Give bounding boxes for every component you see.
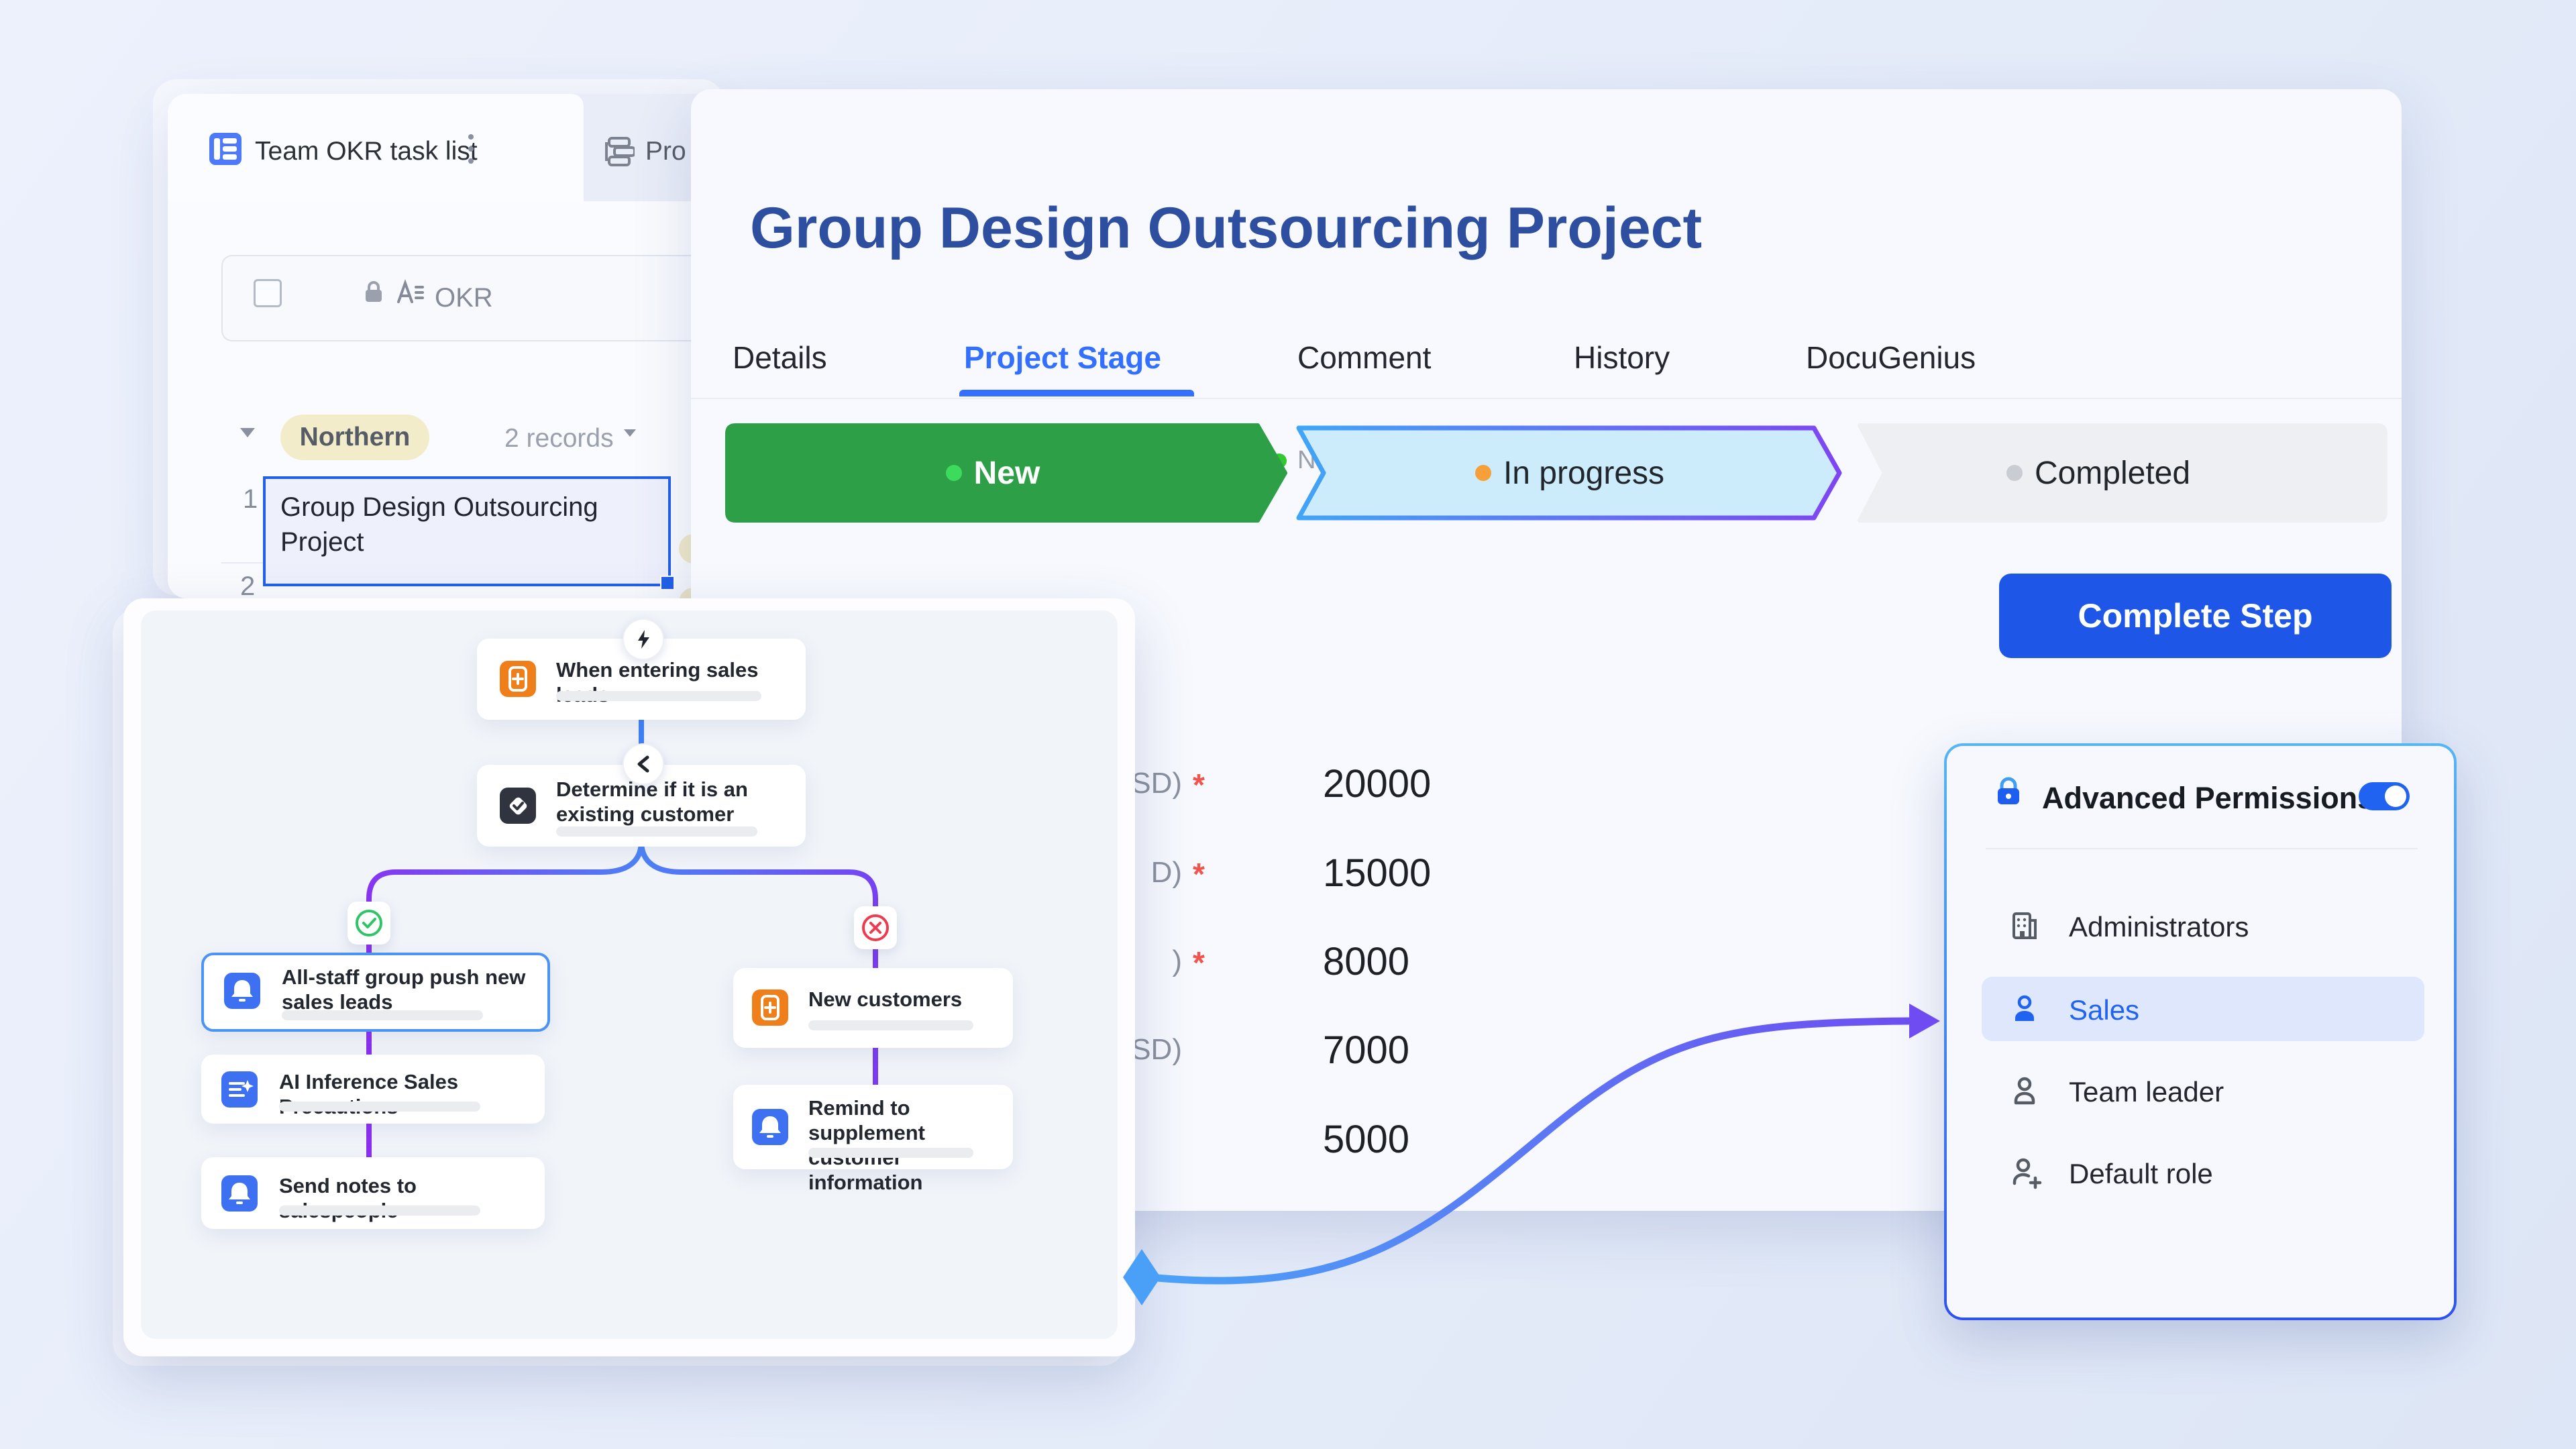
node-placeholder	[556, 826, 757, 837]
group-northern-count[interactable]: 2 records	[504, 424, 614, 453]
tab-history[interactable]: History	[1574, 339, 1670, 376]
node-placeholder	[556, 691, 761, 701]
required-asterisk: *	[1193, 767, 1205, 803]
building-icon	[2008, 910, 2041, 942]
tab-details[interactable]: Details	[733, 339, 827, 376]
person-plus-icon	[2008, 1157, 2043, 1191]
complete-step-button[interactable]: Complete Step	[1999, 574, 2392, 658]
stage-completed-label: Completed	[2035, 455, 2190, 492]
node-title: All-staff group push new sales leads	[282, 965, 530, 1014]
fill-handle[interactable]	[660, 576, 675, 590]
permission-item-sales[interactable]: Sales	[1982, 977, 2424, 1041]
condition-icon	[500, 788, 536, 824]
lock-icon	[1991, 774, 2026, 809]
add-record-icon	[752, 989, 788, 1026]
permission-item-administrators[interactable]: Administrators	[1982, 895, 2424, 957]
row-1-number: 1	[243, 484, 258, 515]
tab-project-stage[interactable]: Project Stage	[964, 339, 1161, 376]
lightning-icon	[623, 619, 664, 660]
select-all-checkbox[interactable]	[254, 279, 282, 307]
column-okr-label[interactable]: OKR	[435, 283, 493, 313]
bell-icon	[221, 1175, 258, 1212]
node-title: New customers	[808, 987, 996, 1012]
stage-new-label: New	[974, 455, 1040, 492]
text-field-type-icon	[396, 278, 425, 307]
record-title: Group Design Outsourcing Project	[750, 195, 1702, 262]
automation-panel: When entering sales leads Determine if i…	[123, 598, 1135, 1356]
row-divider	[221, 562, 263, 564]
group-northern-pill[interactable]: Northern	[280, 415, 429, 460]
workflow-node-push-leads[interactable]: All-staff group push new sales leads	[201, 953, 550, 1032]
bell-icon	[752, 1109, 788, 1145]
group-northern-records-dropdown[interactable]	[624, 429, 636, 437]
permissions-panel: Advanced Permissions Administrators	[1944, 743, 2457, 1320]
table-icon	[209, 133, 241, 165]
permission-item-label: Team leader	[2069, 1076, 2224, 1108]
node-placeholder	[808, 1148, 973, 1158]
workflow-node-send-notes[interactable]: Send notes to salespeople	[201, 1157, 545, 1229]
field-value[interactable]: 8000	[1323, 939, 1409, 984]
tab-docugenius[interactable]: DocuGenius	[1806, 339, 1976, 376]
kebab-menu-icon[interactable]	[468, 133, 474, 168]
permission-item-label: Administrators	[2069, 911, 2249, 943]
permission-item-label: Default role	[2069, 1158, 2213, 1190]
flowchart-icon	[602, 136, 635, 168]
node-placeholder	[279, 1205, 480, 1216]
stage-in-progress-dot	[1475, 465, 1491, 481]
field-value[interactable]: 7000	[1323, 1028, 1409, 1073]
required-asterisk: *	[1193, 945, 1205, 981]
stage-completed-dot	[2006, 465, 2023, 481]
tab-team-okr-label[interactable]: Team OKR task list	[255, 137, 478, 166]
permission-item-default-role[interactable]: Default role	[1982, 1142, 2424, 1203]
condition-true-icon	[347, 902, 390, 945]
person-icon	[2008, 1075, 2041, 1107]
group-northern-collapse-icon[interactable]	[240, 428, 255, 437]
stage-completed[interactable]: Completed	[1957, 425, 2239, 521]
ai-notes-icon	[221, 1071, 258, 1108]
tab-pro-label[interactable]: Pro	[645, 137, 686, 166]
lock-icon	[361, 279, 386, 305]
branch-icon	[623, 743, 664, 785]
condition-false-icon	[854, 906, 897, 949]
node-title: Determine if it is an existing customer	[556, 777, 791, 826]
screen: Team OKR task list Pro OKR Northern	[0, 0, 2576, 1449]
workflow-node-ai-inference[interactable]: AI Inference Sales Precautions	[201, 1055, 545, 1124]
field-value[interactable]: 5000	[1323, 1117, 1409, 1162]
toggle-knob	[2385, 786, 2406, 807]
permissions-toggle[interactable]	[2359, 782, 2410, 810]
selected-cell[interactable]: Group Design Outsourcing Project	[263, 476, 671, 586]
stage-in-progress[interactable]: In progress	[1429, 425, 1711, 521]
tab-comment[interactable]: Comment	[1297, 339, 1431, 376]
tabbar-divider	[691, 398, 2402, 399]
workflow-node-remind-supplement[interactable]: Remind to supplement customer informatio…	[733, 1085, 1013, 1169]
node-placeholder	[808, 1020, 973, 1030]
add-record-icon	[500, 661, 536, 697]
permissions-divider	[1986, 848, 2418, 849]
stage-new[interactable]: New	[859, 425, 1127, 521]
workflow-node-new-customers[interactable]: New customers	[733, 968, 1013, 1048]
required-asterisk: *	[1193, 856, 1205, 892]
selected-cell-text: Group Design Outsourcing Project	[266, 479, 656, 559]
node-placeholder	[279, 1102, 480, 1112]
field-value[interactable]: 15000	[1323, 851, 1431, 896]
person-icon	[2008, 993, 2041, 1025]
table-panel: Team OKR task list Pro OKR Northern	[168, 94, 712, 598]
active-tab-underline	[959, 390, 1194, 396]
stage-in-progress-label: In progress	[1503, 455, 1664, 492]
permission-item-team-leader[interactable]: Team leader	[1982, 1060, 2424, 1122]
node-title: Remind to supplement customer informatio…	[808, 1095, 996, 1195]
stage-new-dot	[946, 465, 962, 481]
permissions-title: Advanced Permissions	[2042, 781, 2374, 816]
field-value[interactable]: 20000	[1323, 761, 1431, 806]
node-placeholder	[282, 1010, 483, 1020]
row-2-number: 2	[240, 572, 255, 602]
bell-icon	[224, 973, 260, 1009]
permission-item-label: Sales	[2069, 994, 2139, 1026]
